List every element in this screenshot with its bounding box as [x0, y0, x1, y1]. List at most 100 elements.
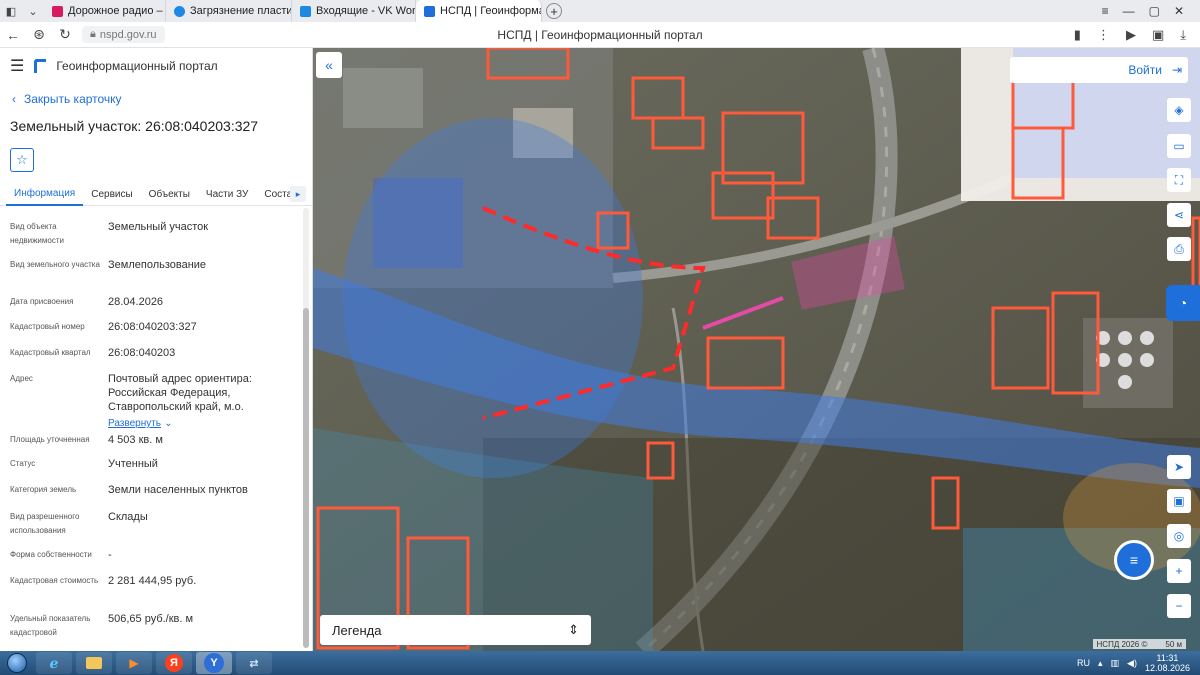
shield-icon[interactable]: ⊛: [26, 26, 52, 43]
legend-dropdown[interactable]: Легенда ⇕: [320, 615, 591, 645]
sign-in-icon: ⇥: [1171, 63, 1182, 77]
info-value: Землепользование: [108, 259, 207, 271]
info-value: 26:08:040203: [108, 347, 176, 359]
menu-icon[interactable]: ≡: [1102, 4, 1109, 18]
info-label: Категория земель: [10, 485, 77, 494]
downloads-icon[interactable]: ⤓: [1180, 27, 1186, 43]
extensions-icon[interactable]: ▣: [1152, 27, 1164, 43]
network-share-icon: ⇄: [249, 657, 259, 670]
login-button[interactable]: Войти ⇥: [1010, 57, 1188, 83]
minus-icon: −: [1175, 599, 1183, 613]
select-area-button[interactable]: ⛶: [1167, 168, 1191, 192]
tab-label: Загрязнение пластиком: [190, 5, 292, 17]
browser-tab-1[interactable]: Загрязнение пластиком: [166, 0, 292, 22]
tab-services[interactable]: Сервисы: [83, 184, 140, 206]
expand-collapse-icon: ⇕: [568, 622, 579, 637]
info-value: Земли населенных пунктов: [108, 484, 248, 496]
tab-objects[interactable]: Объекты: [141, 184, 198, 206]
double-chevron-left-icon: «: [325, 57, 333, 73]
share-button[interactable]: ⋖: [1167, 203, 1191, 227]
tabs-scroll-right-button[interactable]: ▸: [290, 186, 306, 202]
info-label: Вид земельного участка: [10, 260, 100, 269]
location-search-button[interactable]: ◎: [1167, 524, 1191, 548]
yandex-app-button[interactable]: Я: [156, 652, 192, 674]
tab-parts[interactable]: Части ЗУ: [198, 184, 256, 206]
maximize-icon[interactable]: ▢: [1149, 4, 1160, 18]
window-controls: ≡ — ▢ ✕: [1102, 4, 1200, 18]
tray-arrow-icon[interactable]: ▴: [1098, 658, 1103, 669]
new-tab-button[interactable]: +: [546, 3, 562, 19]
url-field[interactable]: 🔒︎ nspd.gov.ru: [82, 26, 165, 43]
measure-button[interactable]: ▭: [1167, 134, 1191, 158]
info-label: Кадастровый квартал: [10, 348, 91, 357]
clock-date: 12.08.2026: [1144, 663, 1190, 673]
chat-button[interactable]: ≡: [1114, 540, 1154, 580]
network-icon[interactable]: ▥: [1111, 658, 1120, 669]
browser-tab-strip: ◧ ⌄ Дорожное радио – ◀) Загрязнение плас…: [0, 0, 1200, 22]
map-view[interactable]: « Войти ⇥ ◈ ▭ ⛶ ⋖ ⎙ ◔ ➤ ▣ ◎ ≡ + − Легенд…: [313, 48, 1200, 651]
browser-tab-3[interactable]: НСПД | Геоинформацио ✕: [416, 0, 542, 22]
folder-icon: [86, 657, 102, 669]
favorite-button[interactable]: ☆: [10, 148, 34, 172]
clock[interactable]: 11:31 12.08.2026: [1145, 653, 1190, 673]
printer-icon: ⎙: [1174, 241, 1184, 256]
info-label: Статус: [10, 459, 36, 468]
reload-icon[interactable]: ↻: [52, 26, 78, 43]
close-window-icon[interactable]: ✕: [1174, 4, 1184, 18]
tab-information[interactable]: Информация: [6, 184, 84, 206]
sidebar-toggle-icon[interactable]: ◧: [0, 0, 22, 22]
back-arrow-icon[interactable]: ←: [0, 27, 26, 43]
start-button[interactable]: [0, 651, 34, 675]
tab-label: Дорожное радио –: [68, 5, 163, 17]
play-icon[interactable]: ▶: [1126, 27, 1136, 43]
login-label: Войти: [1128, 63, 1162, 77]
browser-tab-2[interactable]: Входящие - VK WorkMail: [292, 0, 416, 22]
legend-label: Легенда: [332, 622, 382, 638]
ruler-icon: ▭: [1173, 139, 1185, 153]
language-indicator[interactable]: RU: [1077, 658, 1090, 668]
media-app-button[interactable]: ▶: [116, 652, 152, 674]
info-value: 2 281 444,95 руб.: [108, 575, 197, 587]
tab-label: НСПД | Геоинформацио: [440, 5, 541, 17]
more-icon[interactable]: ⋮: [1097, 27, 1110, 43]
lock-icon: 🔒︎: [90, 28, 96, 40]
url-text: nspd.gov.ru: [99, 28, 157, 41]
browser-tab-0[interactable]: Дорожное радио – ◀): [44, 0, 166, 22]
oil-tank: [1140, 353, 1154, 367]
help-button[interactable]: ◔: [1166, 285, 1200, 321]
info-value: 506,65 руб./кв. м: [108, 613, 194, 625]
network-app-button[interactable]: ⇄: [236, 652, 272, 674]
explorer-app-button[interactable]: [76, 652, 112, 674]
info-label: Кадастровая стоимость: [10, 576, 99, 585]
info-value: Склады: [108, 511, 148, 523]
bookmark-icon[interactable]: ▮: [1074, 27, 1081, 43]
map-canvas[interactable]: [313, 48, 1200, 651]
info-value: 4 503 кв. м: [108, 434, 163, 446]
address-bar-actions: ▮ ⋮ ▶ ▣ ⤓: [1074, 27, 1200, 43]
star-icon: ☆: [16, 152, 28, 167]
zoom-in-button[interactable]: +: [1167, 559, 1191, 583]
close-card-link[interactable]: ‹ Закрыть карточку: [12, 92, 312, 106]
chevron-down-icon: ⌄: [164, 418, 173, 429]
tabs-dropdown-icon[interactable]: ⌄: [22, 0, 44, 22]
share-icon: ⋖: [1173, 208, 1185, 222]
expand-link[interactable]: Развернуть ⌄: [108, 416, 293, 431]
zoom-out-button[interactable]: −: [1167, 594, 1191, 618]
volume-icon[interactable]: ◀): [1127, 658, 1137, 669]
layers-icon: ◈: [1174, 103, 1184, 117]
yandex-browser-app-button[interactable]: Y: [196, 652, 232, 674]
minimize-icon[interactable]: —: [1123, 4, 1135, 18]
print-button[interactable]: ⎙: [1167, 237, 1191, 261]
minimap-button[interactable]: ▣: [1167, 489, 1191, 513]
hamburger-menu-icon[interactable]: ☰: [10, 56, 24, 76]
clock-time: 11:31: [1156, 653, 1179, 663]
panel-scrollbar-thumb[interactable]: [303, 308, 309, 648]
chat-lines-icon: ≡: [1129, 552, 1139, 568]
ie-app-button[interactable]: ℯ: [36, 652, 72, 674]
layers-button[interactable]: ◈: [1167, 98, 1191, 122]
address-bar: ← ⊛ ↻ 🔒︎ nspd.gov.ru НСПД | Геоинформаци…: [0, 22, 1200, 48]
minimap-icon: ▣: [1173, 494, 1185, 508]
collapse-panel-button[interactable]: «: [316, 52, 342, 78]
geolocate-button[interactable]: ➤: [1167, 455, 1191, 479]
nspd-logo-icon: [34, 59, 47, 73]
